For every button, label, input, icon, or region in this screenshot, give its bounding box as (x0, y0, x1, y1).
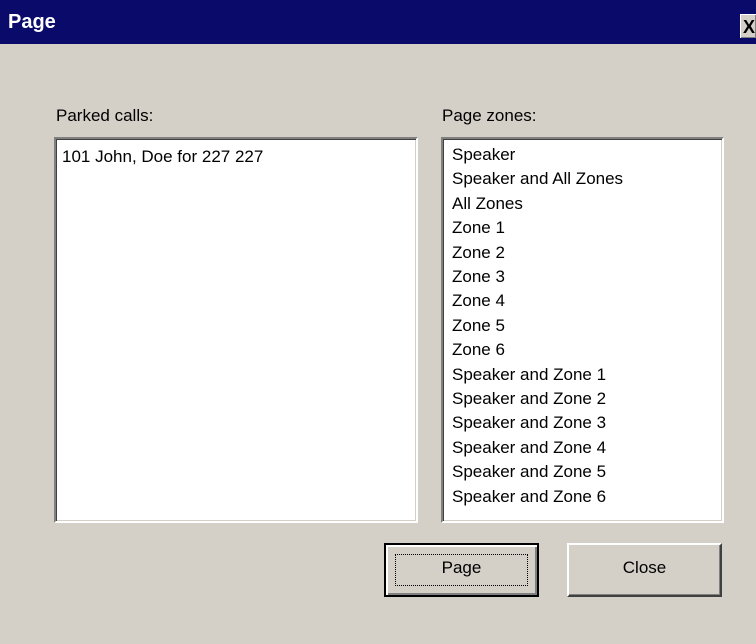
page-zones-listbox[interactable]: Speaker Speaker and All Zones All Zones … (441, 137, 724, 523)
zone-item[interactable]: All Zones (452, 192, 722, 216)
zone-item[interactable]: Speaker and All Zones (452, 167, 722, 191)
zone-item[interactable]: Zone 1 (452, 216, 722, 240)
window-title: Page (8, 11, 56, 33)
zone-item[interactable]: Zone 3 (452, 265, 722, 289)
parked-calls-listbox[interactable]: 101 John, Doe for 227 227 (54, 137, 418, 523)
zone-item[interactable]: Speaker and Zone 5 (452, 460, 722, 484)
zone-item[interactable]: Zone 2 (452, 241, 722, 265)
zone-item[interactable]: Speaker and Zone 6 (452, 485, 722, 509)
zone-item[interactable]: Zone 5 (452, 314, 722, 338)
parked-calls-label: Parked calls: (56, 106, 154, 125)
page-button[interactable]: Page (384, 543, 539, 597)
title-bar[interactable]: Page X (0, 0, 756, 44)
zone-item[interactable]: Speaker and Zone 3 (452, 411, 722, 435)
page-dialog: Page X Parked calls: 101 John, Doe for 2… (0, 0, 756, 644)
zone-item[interactable]: Speaker and Zone 1 (452, 363, 722, 387)
page-button-label: Page (441, 558, 482, 577)
parked-call-item[interactable]: 101 John, Doe for 227 227 (62, 145, 416, 169)
page-zones-label: Page zones: (442, 106, 537, 125)
zone-item[interactable]: Speaker (452, 143, 722, 167)
close-window-icon[interactable]: X (740, 14, 756, 38)
zone-item[interactable]: Zone 4 (452, 289, 722, 313)
close-button[interactable]: Close (567, 543, 722, 597)
zone-item[interactable]: Speaker and Zone 4 (452, 436, 722, 460)
zone-item[interactable]: Speaker and Zone 2 (452, 387, 722, 411)
zone-item[interactable]: Zone 6 (452, 338, 722, 362)
close-button-label: Close (622, 558, 667, 577)
